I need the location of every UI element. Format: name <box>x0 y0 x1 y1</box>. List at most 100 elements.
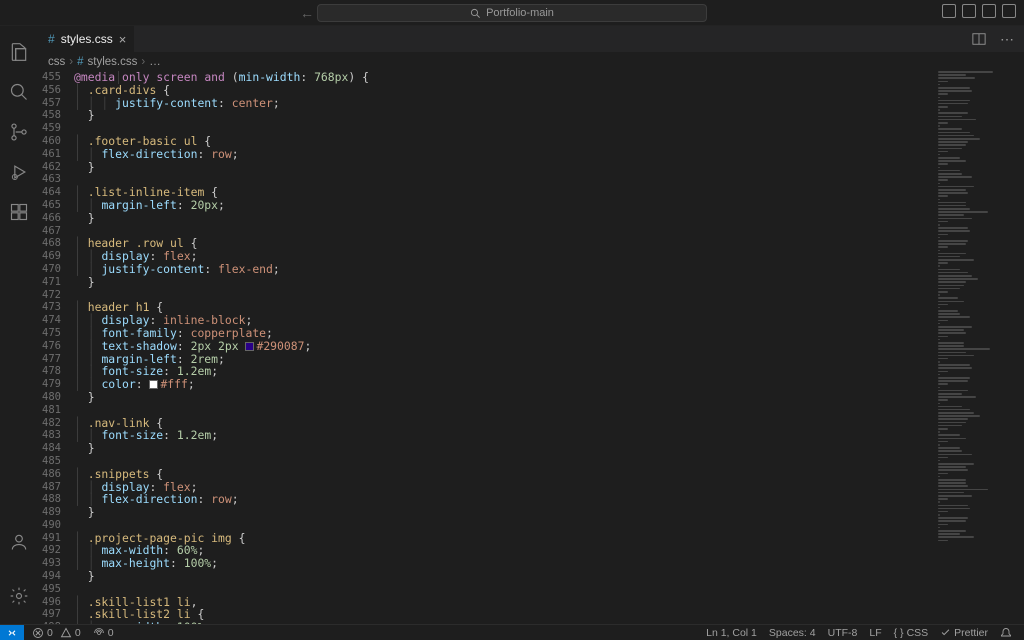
css-file-icon: # <box>48 32 55 46</box>
line-number: 482 <box>38 417 74 430</box>
tab-close-button[interactable]: × <box>119 32 127 47</box>
line-number: 493 <box>38 557 74 570</box>
line-number: 485 <box>38 455 74 468</box>
problems-status[interactable]: 0 0 <box>32 627 81 639</box>
code-line[interactable]: 472 <box>38 289 930 302</box>
code-line[interactable]: 457│ │ │ justify-content: center; <box>38 97 930 110</box>
prettier-status[interactable]: Prettier <box>940 627 988 639</box>
breadcrumb[interactable]: css › # styles.css › … <box>38 52 1024 71</box>
code-line[interactable]: 488│ │ flex-direction: row; <box>38 493 930 506</box>
code-line[interactable]: 481 <box>38 404 930 417</box>
line-number: 497 <box>38 608 74 621</box>
split-editor-icon[interactable] <box>972 32 986 46</box>
code-line[interactable]: 493│ │ max-height: 100%; <box>38 557 930 570</box>
line-number: 462 <box>38 161 74 174</box>
line-number: 491 <box>38 532 74 545</box>
line-number: 479 <box>38 378 74 391</box>
color-swatch <box>245 342 254 351</box>
line-number: 483 <box>38 429 74 442</box>
code-line[interactable]: 489 } <box>38 506 930 519</box>
cursor-position[interactable]: Ln 1, Col 1 <box>706 627 757 639</box>
code-line[interactable]: 483│ │ font-size: 1.2em; <box>38 429 930 442</box>
check-icon <box>940 627 951 638</box>
status-bar: 0 0 0 Ln 1, Col 1 Spaces: 4 UTF-8 LF { }… <box>0 624 1024 640</box>
command-center[interactable]: Portfolio-main <box>317 4 707 22</box>
line-number: 489 <box>38 506 74 519</box>
titlebar: ← → Portfolio-main <box>0 0 1024 26</box>
breadcrumb-seg[interactable]: … <box>149 56 161 68</box>
line-number: 476 <box>38 340 74 353</box>
line-number: 455 <box>38 71 74 84</box>
source-control-icon[interactable] <box>8 121 30 143</box>
breadcrumb-seg[interactable]: styles.css <box>88 56 138 68</box>
line-number: 495 <box>38 583 74 596</box>
code-line[interactable]: 455@media│only screen and (min-width: 76… <box>38 71 930 84</box>
toggle-panel-icon[interactable] <box>962 4 976 18</box>
color-swatch <box>149 380 158 389</box>
line-number: 469 <box>38 250 74 263</box>
explorer-icon[interactable] <box>8 41 30 63</box>
line-number: 456 <box>38 84 74 97</box>
command-center-text: Portfolio-main <box>486 7 554 19</box>
code-line[interactable]: 465│ │ margin-left: 20px; <box>38 199 930 212</box>
line-number: 475 <box>38 327 74 340</box>
toggle-primary-sidebar-icon[interactable] <box>942 4 956 18</box>
line-number: 464 <box>38 186 74 199</box>
minimap[interactable] <box>936 71 1016 624</box>
line-number: 459 <box>38 122 74 135</box>
line-number: 470 <box>38 263 74 276</box>
remote-button[interactable] <box>0 625 24 640</box>
line-number: 488 <box>38 493 74 506</box>
layout-controls <box>942 4 1016 18</box>
code-line[interactable]: 484 } <box>38 442 930 455</box>
encoding-status[interactable]: UTF-8 <box>828 627 858 639</box>
settings-gear-icon[interactable] <box>8 585 30 607</box>
line-number: 472 <box>38 289 74 302</box>
code-line[interactable]: 461│ │ flex-direction: row; <box>38 148 930 161</box>
ports-icon <box>93 627 105 639</box>
line-number: 490 <box>38 519 74 532</box>
code-line[interactable]: 458 } <box>38 109 930 122</box>
line-number: 487 <box>38 481 74 494</box>
code-line[interactable]: 471 } <box>38 276 930 289</box>
code-line[interactable]: 480 } <box>38 391 930 404</box>
line-number: 481 <box>38 404 74 417</box>
accounts-icon[interactable] <box>8 531 30 553</box>
indentation-status[interactable]: Spaces: 4 <box>769 627 816 639</box>
ports-status[interactable]: 0 <box>93 627 114 639</box>
line-number: 494 <box>38 570 74 583</box>
customize-layout-icon[interactable] <box>1002 4 1016 18</box>
code-line[interactable]: 462 } <box>38 161 930 174</box>
tab-styles-css[interactable]: # styles.css × <box>38 26 135 52</box>
activity-bar <box>0 26 38 624</box>
line-number: 467 <box>38 225 74 238</box>
line-number: 480 <box>38 391 74 404</box>
line-number: 484 <box>38 442 74 455</box>
more-actions-icon[interactable]: ⋯ <box>1000 31 1014 48</box>
line-number: 461 <box>38 148 74 161</box>
nav-back[interactable]: ← <box>300 5 314 21</box>
editor-area[interactable]: 455@media│only screen and (min-width: 76… <box>38 71 930 624</box>
notifications-icon[interactable] <box>1000 627 1012 639</box>
code-line[interactable]: 485 <box>38 455 930 468</box>
line-number: 457 <box>38 97 74 110</box>
line-number: 458 <box>38 109 74 122</box>
line-number: 465 <box>38 199 74 212</box>
run-debug-icon[interactable] <box>8 161 30 183</box>
toggle-secondary-sidebar-icon[interactable] <box>982 4 996 18</box>
line-number: 460 <box>38 135 74 148</box>
tab-label: styles.css <box>61 32 113 46</box>
breadcrumb-seg[interactable]: css <box>48 56 65 68</box>
css-file-icon: # <box>77 56 83 68</box>
code-line[interactable]: 479│ │ color: #fff; <box>38 378 930 391</box>
eol-status[interactable]: LF <box>869 627 881 639</box>
language-mode[interactable]: { } CSS <box>894 627 929 639</box>
search-icon[interactable] <box>8 81 30 103</box>
warning-icon <box>60 627 72 639</box>
extensions-icon[interactable] <box>8 201 30 223</box>
line-number: 473 <box>38 301 74 314</box>
code-line[interactable]: 494 } <box>38 570 930 583</box>
line-number: 486 <box>38 468 74 481</box>
code-line[interactable]: 470│ │ justify-content: flex-end; <box>38 263 930 276</box>
code-line[interactable]: 466 } <box>38 212 930 225</box>
